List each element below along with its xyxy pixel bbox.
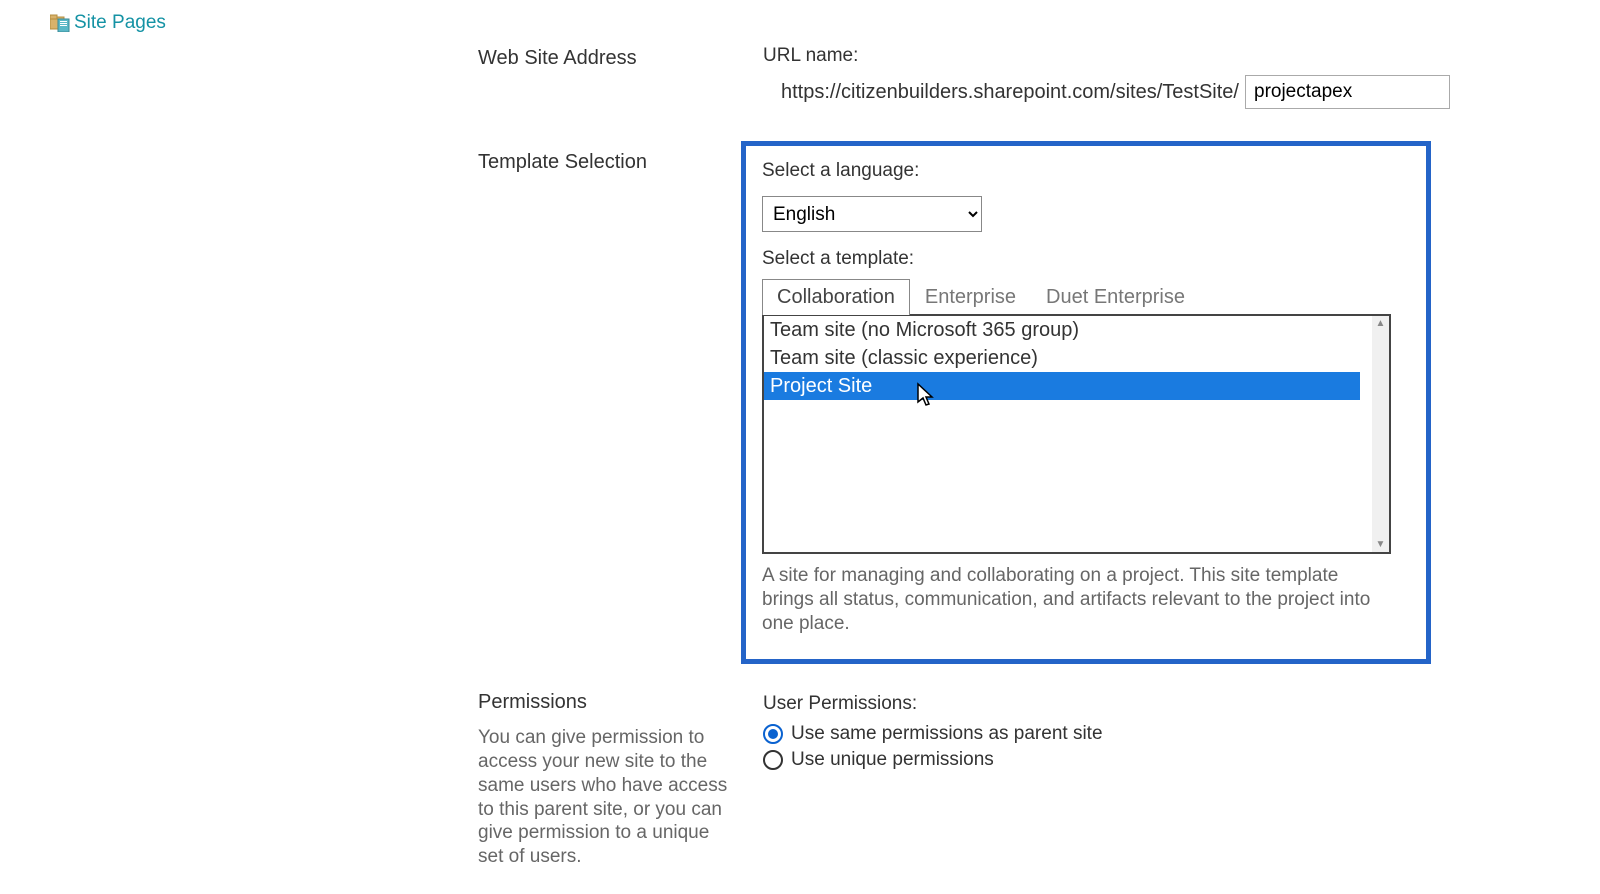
template-option-team-site-no-group[interactable]: Team site (no Microsoft 365 group) <box>764 316 1372 344</box>
language-select[interactable]: English <box>762 196 982 232</box>
template-option-project-site[interactable]: Project Site <box>764 372 1360 400</box>
template-highlight-box: Select a language: English Select a temp… <box>741 141 1431 664</box>
tab-enterprise[interactable]: Enterprise <box>910 279 1031 315</box>
radio-same-permissions-row[interactable]: Use same permissions as parent site <box>763 723 1498 745</box>
section-website-address: Web Site Address URL name: https://citiz… <box>478 45 1498 109</box>
scroll-up-icon: ▲ <box>1376 318 1386 329</box>
folder-page-icon <box>50 14 72 32</box>
sidebar-site-pages-text: Site Pages <box>74 12 166 34</box>
template-option-team-site-classic[interactable]: Team site (classic experience) <box>764 344 1372 372</box>
template-label: Select a template: <box>762 248 1410 270</box>
template-listbox[interactable]: Team site (no Microsoft 365 group) Team … <box>762 314 1391 554</box>
template-tabs: Collaboration Enterprise Duet Enterprise <box>762 278 1410 314</box>
sidebar-site-pages-link[interactable]: Site Pages <box>50 12 166 34</box>
language-label: Select a language: <box>762 160 1410 182</box>
form-content: Web Site Address URL name: https://citiz… <box>478 45 1498 894</box>
template-list-scrollbar[interactable]: ▲ ▼ <box>1372 316 1389 552</box>
user-permissions-label: User Permissions: <box>763 693 1498 715</box>
radio-unique-permissions-row[interactable]: Use unique permissions <box>763 749 1498 771</box>
radio-same-permissions-label: Use same permissions as parent site <box>791 723 1103 745</box>
section-permissions: Permissions You can give permission to a… <box>478 689 1498 869</box>
section-label-template: Template Selection <box>478 151 763 174</box>
section-template-selection: Template Selection Select a language: En… <box>478 149 1498 664</box>
url-name-label: URL name: <box>763 45 1498 67</box>
url-name-input[interactable] <box>1245 75 1450 109</box>
template-description: A site for managing and collaborating on… <box>762 564 1382 635</box>
section-label-address: Web Site Address <box>478 47 763 70</box>
scroll-down-icon: ▼ <box>1376 539 1386 550</box>
tab-collaboration[interactable]: Collaboration <box>762 279 910 315</box>
radio-same-permissions[interactable] <box>763 724 783 744</box>
permissions-description: You can give permission to access your n… <box>478 726 733 869</box>
radio-unique-permissions[interactable] <box>763 750 783 770</box>
radio-unique-permissions-label: Use unique permissions <box>791 749 994 771</box>
section-label-permissions: Permissions <box>478 691 763 714</box>
tab-duet-enterprise[interactable]: Duet Enterprise <box>1031 279 1200 315</box>
url-prefix-text: https://citizenbuilders.sharepoint.com/s… <box>763 81 1239 104</box>
